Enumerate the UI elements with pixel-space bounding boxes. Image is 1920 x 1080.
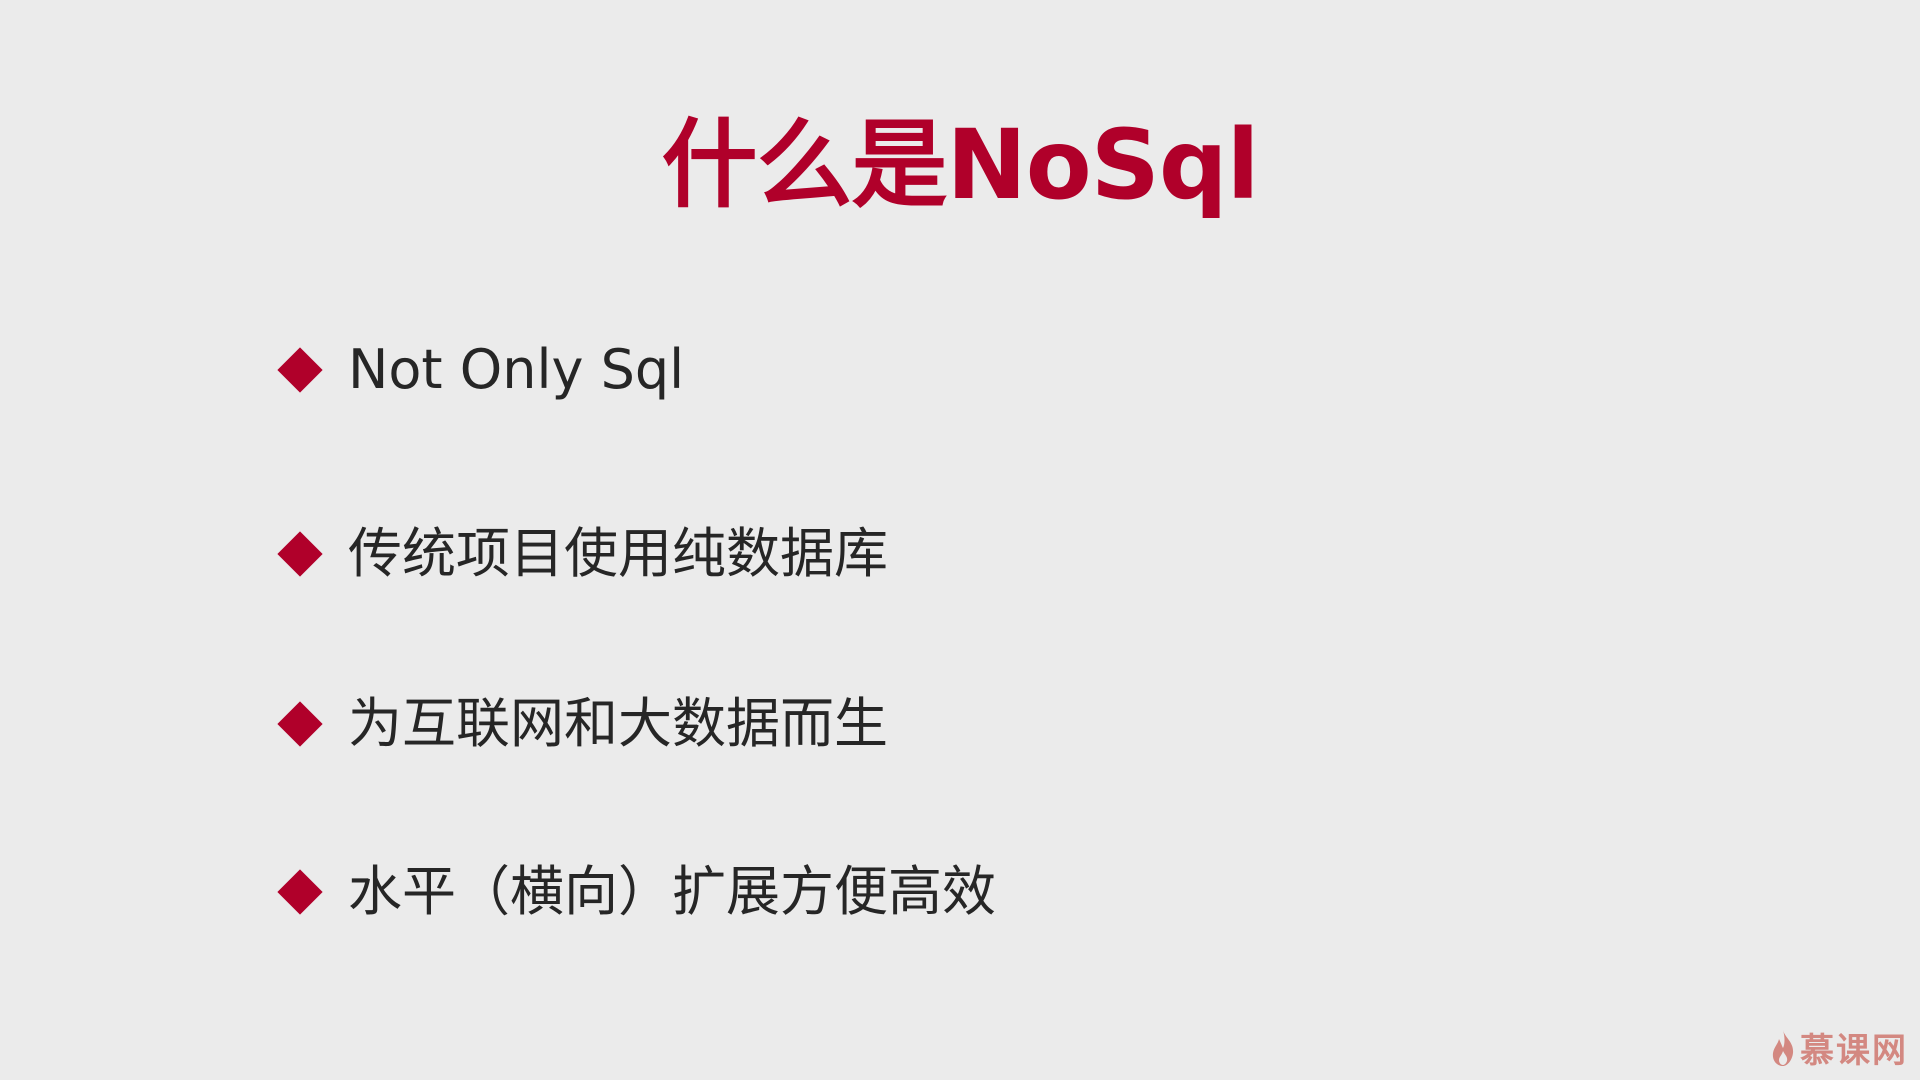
bullet-item: 传统项目使用纯数据库 [276,514,888,594]
bullet-text: 为互联网和大数据而生 [348,692,888,755]
bullet-text: Not Only Sql [348,338,685,401]
bullet-item: Not Only Sql [276,330,684,410]
diamond-icon [277,869,323,915]
diamond-icon [277,347,323,393]
diamond-icon [277,531,323,577]
bullet-text: 传统项目使用纯数据库 [348,522,888,585]
bullet-item: 水平（横向）扩展方便高效 [276,852,996,932]
watermark-text: 慕课网 [1800,1031,1908,1071]
bullet-list: Not Only Sql 传统项目使用纯数据库 为互联网和大数据而生 水平（横向… [0,0,1920,1080]
diamond-icon [277,701,323,747]
flame-icon [1770,1029,1800,1067]
bullet-text: 水平（横向）扩展方便高效 [348,860,996,923]
bullet-item: 为互联网和大数据而生 [276,684,888,764]
watermark-logo: 慕课网 [1770,1023,1908,1072]
slide: 什么是NoSql Not Only Sql 传统项目使用纯数据库 为互联网和大数… [0,0,1920,1080]
